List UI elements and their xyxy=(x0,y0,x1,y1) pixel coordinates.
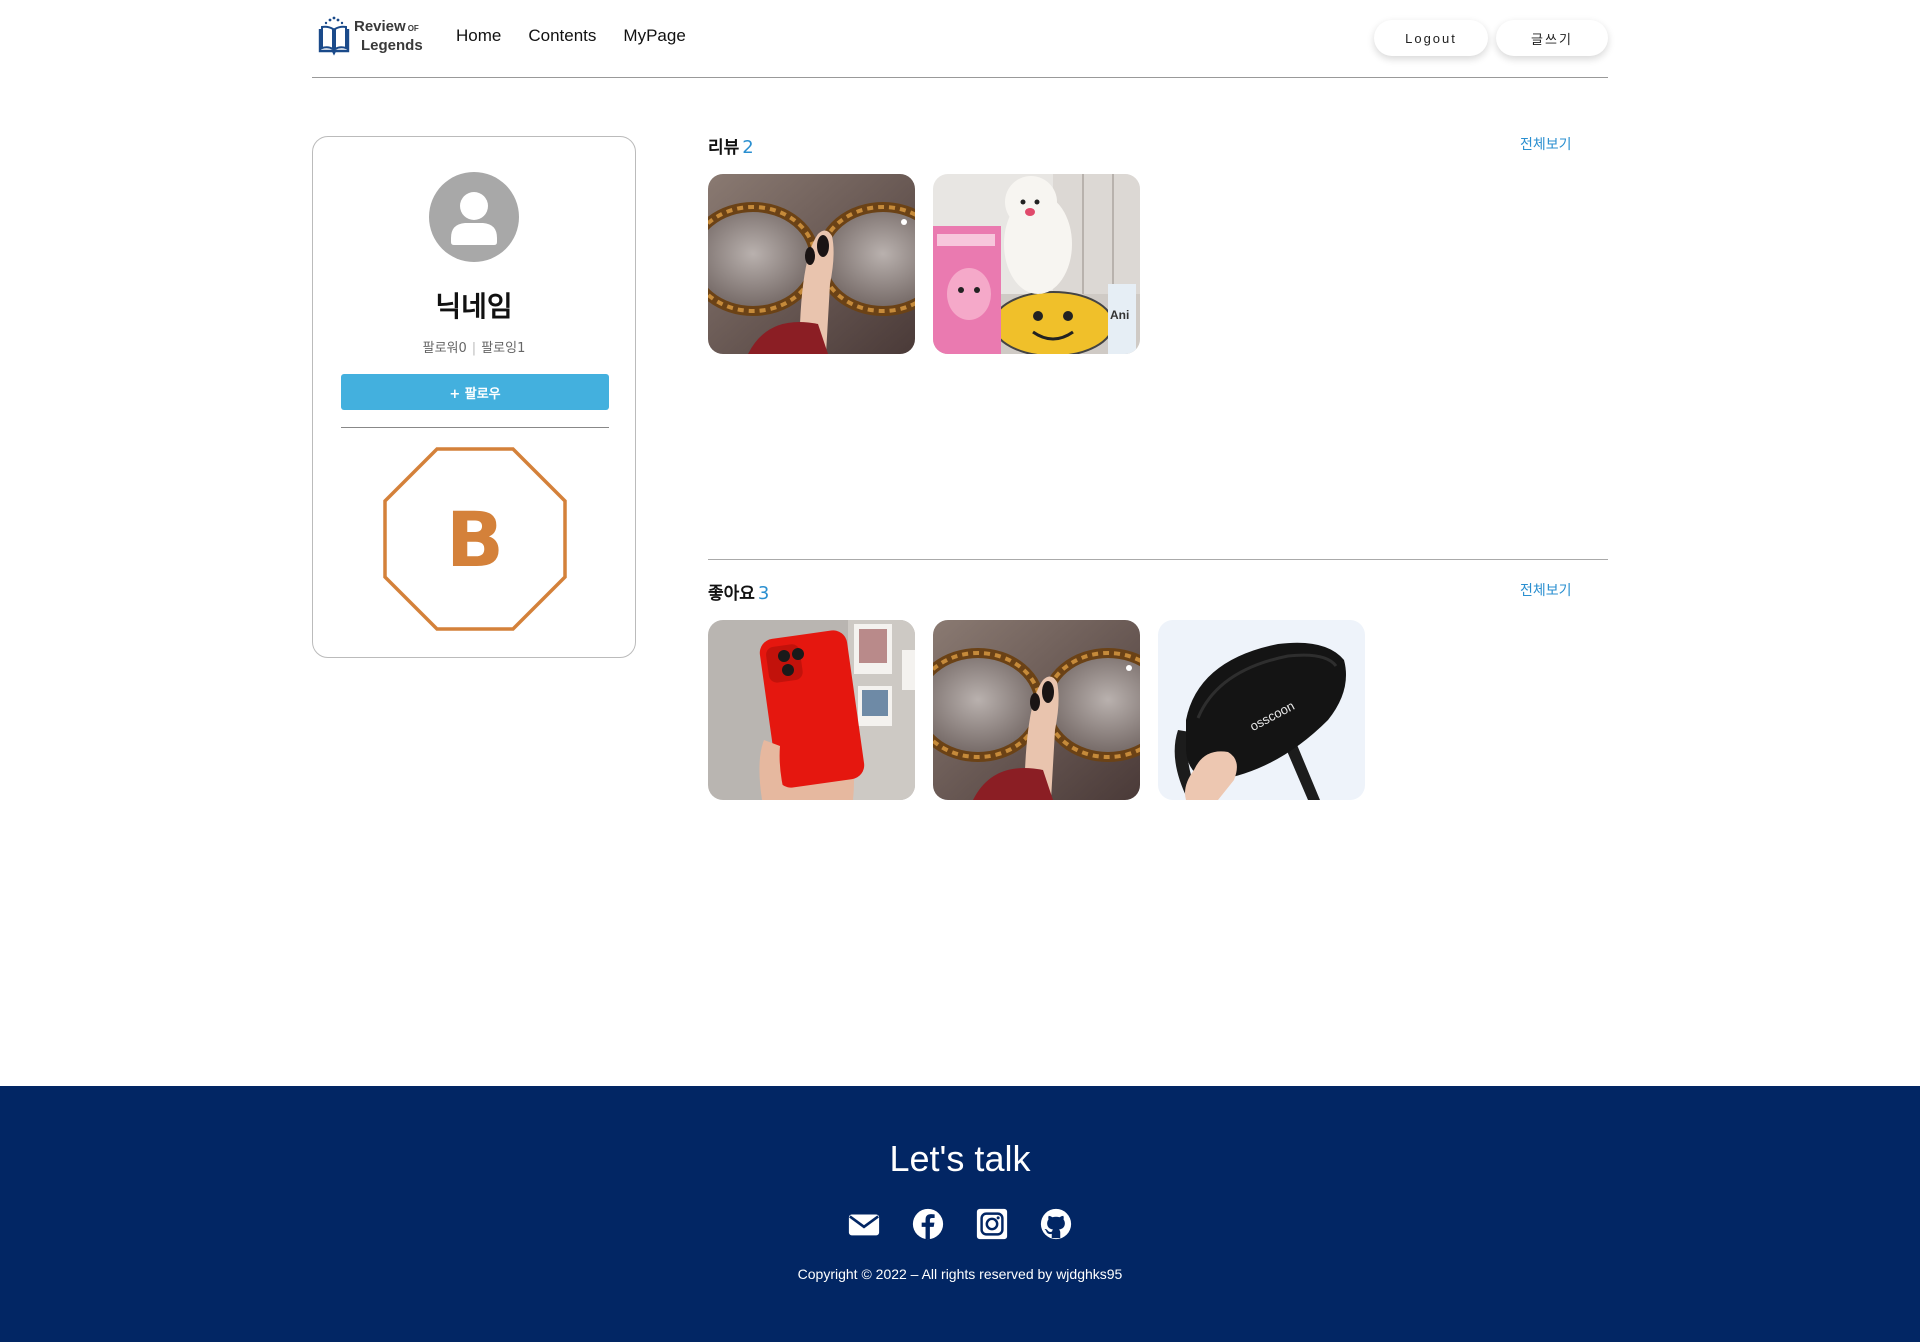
svg-text:Ani: Ani xyxy=(1110,308,1129,322)
site-footer: Let's talk Copyright © 2022 – All rights… xyxy=(0,1086,1920,1342)
follow-stats: 팔로워0 | 팔로잉1 xyxy=(313,337,635,356)
review-thumbnail-dog[interactable]: Ani xyxy=(933,174,1140,354)
card-divider xyxy=(341,427,609,428)
top-header: Review OF Legends Home Contents MyPage Lo… xyxy=(312,0,1608,78)
likes-count: 3 xyxy=(757,583,770,604)
likes-see-all-link[interactable]: 전체보기 xyxy=(1520,580,1572,600)
stats-separator: | xyxy=(471,341,477,356)
reviews-see-all-link[interactable]: 전체보기 xyxy=(1520,134,1572,154)
footer-social-links xyxy=(846,1206,1074,1242)
main-nav: Home Contents MyPage xyxy=(456,26,686,46)
grade-letter: B xyxy=(446,494,504,584)
profile-card: 닉네임 팔로워0 | 팔로잉1 + 팔로우 B xyxy=(312,136,636,658)
reviews-title: 리뷰 2 xyxy=(708,133,754,158)
avatar xyxy=(429,172,519,262)
logo-line1: Review xyxy=(354,18,406,35)
following-count[interactable]: 팔로잉1 xyxy=(481,341,525,356)
review-thumbnail-glasses[interactable] xyxy=(708,174,915,354)
user-icon xyxy=(451,192,497,245)
facebook-icon[interactable] xyxy=(910,1206,946,1242)
copyright-text: Copyright © 2022 – All rights reserved b… xyxy=(797,1266,1123,1282)
glasses-photo xyxy=(933,620,1140,800)
reviews-title-label: 리뷰 xyxy=(708,138,740,158)
mail-icon[interactable] xyxy=(846,1206,882,1242)
github-icon[interactable] xyxy=(1038,1206,1074,1242)
red-phone-photo xyxy=(708,620,915,800)
nav-home[interactable]: Home xyxy=(456,26,501,46)
liked-thumbnail-sling-bag[interactable]: osscoon xyxy=(1158,620,1365,800)
site-logo[interactable]: Review OF Legends xyxy=(316,15,426,57)
instagram-icon[interactable] xyxy=(974,1206,1010,1242)
logo-line2: Legends xyxy=(361,37,423,54)
section-divider xyxy=(708,559,1608,560)
grade-badge: B xyxy=(383,447,567,631)
logo-of: OF xyxy=(407,24,419,33)
nav-mypage[interactable]: MyPage xyxy=(623,26,685,46)
reviews-count: 2 xyxy=(742,137,754,158)
likes-title: 좋아요 3 xyxy=(708,579,769,604)
logout-button[interactable]: Logout xyxy=(1374,20,1488,56)
liked-thumbnail-red-phone[interactable] xyxy=(708,620,915,800)
dog-photo: Ani xyxy=(933,174,1140,354)
glasses-photo xyxy=(708,174,915,354)
logo-text: Review OF Legends xyxy=(354,18,423,54)
followers-count[interactable]: 팔로워0 xyxy=(423,341,467,356)
likes-title-label: 좋아요 xyxy=(708,584,755,604)
liked-thumbnail-glasses[interactable] xyxy=(933,620,1140,800)
footer-title: Let's talk xyxy=(889,1138,1031,1179)
write-post-button[interactable]: 글쓰기 xyxy=(1496,20,1608,56)
sling-bag-photo: osscoon xyxy=(1158,620,1365,800)
profile-nickname: 닉네임 xyxy=(435,290,513,323)
follow-button[interactable]: + 팔로우 xyxy=(341,374,609,410)
book-icon xyxy=(318,16,350,56)
nav-contents[interactable]: Contents xyxy=(528,26,596,46)
